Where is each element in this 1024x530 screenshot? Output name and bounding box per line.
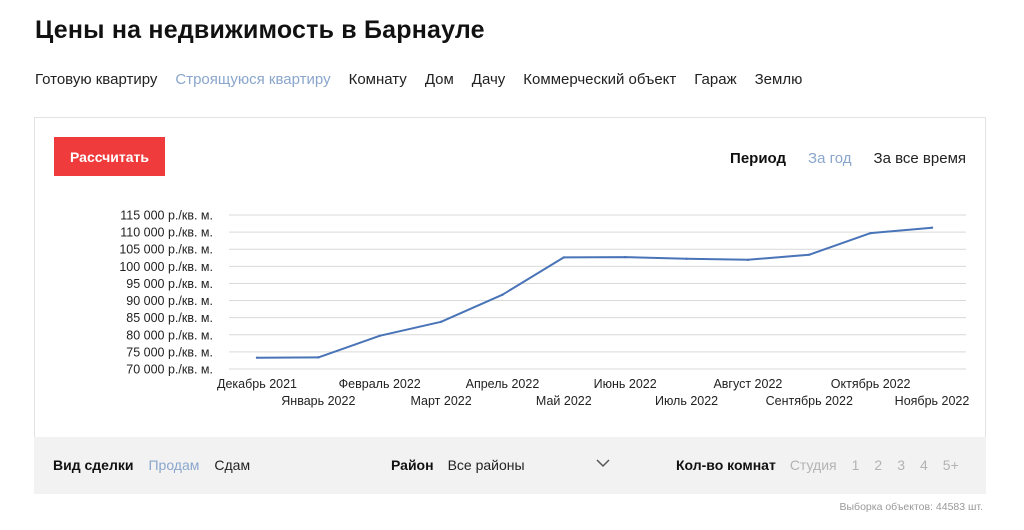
x-axis-ticks: Декабрь 2021 Январь 2022 Февраль 2022 Март … <box>217 377 969 408</box>
type-garage[interactable]: Гараж <box>694 71 736 88</box>
type-house[interactable]: Дом <box>425 71 454 88</box>
x-tick-label: Август 2022 <box>713 377 782 391</box>
rooms-2[interactable]: 2 <box>874 457 882 473</box>
price-chart: 115 000 р./кв. м. 110 000 р./кв. м. 105 00… <box>119 209 969 409</box>
rooms-label: Кол-во комнат <box>676 457 776 473</box>
data-point <box>746 258 750 262</box>
data-point <box>501 293 504 296</box>
y-tick-label: 100 000 р./кв. м. <box>119 260 213 274</box>
x-tick-label: Январь 2022 <box>281 394 355 408</box>
data-point <box>255 356 259 359</box>
y-tick-label: 115 000 р./кв. м. <box>120 209 213 223</box>
y-tick-label: 105 000 р./кв. м. <box>119 243 213 257</box>
district-filter[interactable]: Район Все районы <box>391 457 610 473</box>
type-ready-apartment[interactable]: Готовую квартиру <box>35 71 157 88</box>
district-select[interactable]: Все районы <box>448 457 596 473</box>
y-tick-label: 80 000 р./кв. м. <box>126 328 213 342</box>
data-point <box>685 257 688 261</box>
x-tick-label: Октябрь 2022 <box>831 377 911 391</box>
y-tick-label: 90 000 р./кв. м. <box>126 294 213 308</box>
chart-card: Рассчитать Период За год За все время 11… <box>34 117 986 437</box>
x-tick-label: Сентябрь 2022 <box>766 394 853 408</box>
x-tick-label: Апрель 2022 <box>466 377 540 391</box>
rooms-studio[interactable]: Студия <box>790 457 837 473</box>
district-label: Район <box>391 457 434 473</box>
x-tick-label: Декабрь 2021 <box>217 377 297 391</box>
filter-bar: Вид сделки Продам Сдам Район Все районы … <box>34 437 986 494</box>
deal-sell[interactable]: Продам <box>148 457 199 473</box>
rooms-5-plus[interactable]: 5+ <box>943 457 959 473</box>
series-line <box>256 226 933 359</box>
x-tick-label: Май 2022 <box>536 394 592 408</box>
x-tick-label: Июнь 2022 <box>594 377 657 391</box>
type-dacha[interactable]: Дачу <box>472 71 506 88</box>
data-point <box>869 231 872 235</box>
deal-type-filter: Вид сделки Продам Сдам <box>53 457 250 473</box>
data-point <box>439 320 443 323</box>
y-tick-label: 95 000 р./кв. м. <box>126 277 213 291</box>
y-axis-ticks: 115 000 р./кв. м. 110 000 р./кв. м. 105 00… <box>119 209 213 377</box>
page-title: Цены на недвижимость в Барнауле <box>35 16 485 44</box>
data-point <box>562 256 566 259</box>
type-commercial[interactable]: Коммерческий объект <box>523 71 676 88</box>
type-room[interactable]: Комнату <box>349 71 407 88</box>
y-tick-label: 75 000 р./кв. м. <box>126 345 213 359</box>
rooms-4[interactable]: 4 <box>920 457 928 473</box>
data-point <box>930 226 934 229</box>
data-point <box>317 356 320 359</box>
selection-count: Выборка объектов: 44583 шт. <box>839 501 984 513</box>
x-tick-label: Март 2022 <box>410 394 471 408</box>
data-point <box>378 334 381 338</box>
y-tick-label: 110 000 р./кв. м. <box>120 226 213 240</box>
rooms-filter: Кол-во комнат Студия 1 2 3 4 5+ <box>676 457 959 473</box>
chart-series <box>255 226 934 359</box>
x-tick-label: Июль 2022 <box>655 394 718 408</box>
property-type-nav: Готовую квартиру Строящуюся квартиру Ком… <box>35 71 820 88</box>
rooms-3[interactable]: 3 <box>897 457 905 473</box>
data-point <box>808 253 811 256</box>
chevron-down-icon[interactable] <box>596 456 610 470</box>
y-tick-label: 85 000 р./кв. м. <box>126 311 213 325</box>
x-tick-label: Февраль 2022 <box>339 377 421 391</box>
y-tick-label: 70 000 р./кв. м. <box>126 363 213 377</box>
deal-type-label: Вид сделки <box>53 457 134 473</box>
deal-rent[interactable]: Сдам <box>214 457 250 473</box>
data-point <box>623 255 627 259</box>
type-new-building[interactable]: Строящуюся квартиру <box>175 71 330 88</box>
rooms-1[interactable]: 1 <box>852 457 860 473</box>
type-land[interactable]: Землю <box>755 71 803 88</box>
x-tick-label: Ноябрь 2022 <box>895 394 970 408</box>
